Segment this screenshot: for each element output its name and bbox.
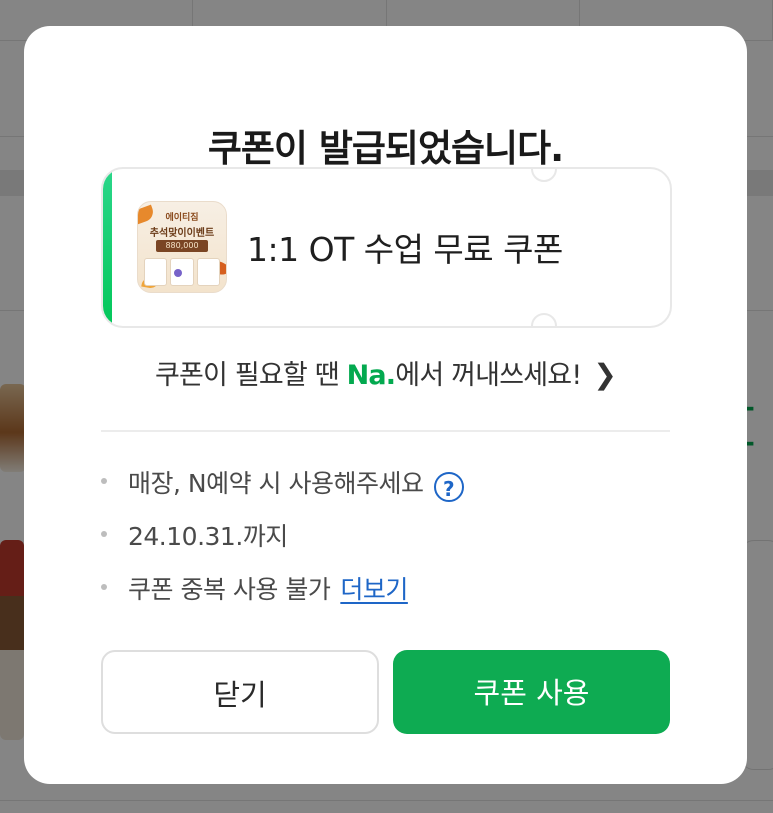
divider <box>101 430 670 432</box>
thumbnail-card <box>144 258 168 286</box>
thumbnail-price: 880,000 <box>156 240 208 252</box>
thumbnail-dot <box>174 269 182 277</box>
expiry-date-text: 24.10.31.까지 <box>128 522 288 551</box>
list-item: 쿠폰 중복 사용 불가 더보기 <box>101 570 670 623</box>
coupon-info-list: 매장, N예약 시 사용해주세요? 24.10.31.까지 쿠폰 중복 사용 불… <box>101 464 670 623</box>
coupon-issued-dialog: 쿠폰이 발급되었습니다. 에이티짐 추석맞이이벤트 880,000 1:1 OT… <box>24 26 747 784</box>
list-item: 매장, N예약 시 사용해주세요? <box>101 464 670 517</box>
coupon-card: 에이티짐 추석맞이이벤트 880,000 1:1 OT 수업 무료 쿠폰 <box>101 167 672 328</box>
coupon-notch-top <box>531 169 557 182</box>
thumbnail-caption-main: 추석맞이이벤트 <box>149 228 215 239</box>
thumbnail-card <box>196 258 220 286</box>
bullet-icon <box>101 584 107 590</box>
more-link[interactable]: 더보기 <box>340 575 408 604</box>
coupon-accent-bar <box>103 169 112 326</box>
coupon-notch-bottom <box>531 313 557 326</box>
helper-prefix: 쿠폰이 필요할 땐 <box>154 360 347 391</box>
coupon-box-link[interactable]: 쿠폰이 필요할 땐 Na.에서 꺼내쓰세요! ❯ <box>24 353 747 392</box>
chevron-right-icon: ❯ <box>593 358 617 391</box>
thumbnail-caption-top: 에이티짐 <box>165 213 199 223</box>
use-coupon-button[interactable]: 쿠폰 사용 <box>393 650 670 734</box>
bullet-icon <box>101 531 107 537</box>
thumbnail-cards <box>144 258 220 286</box>
brand-name: Na. <box>346 360 396 391</box>
help-icon[interactable]: ? <box>433 472 464 502</box>
dialog-title: 쿠폰이 발급되었습니다. <box>207 127 564 170</box>
helper-suffix: 에서 꺼내쓰세요! <box>395 360 582 391</box>
info-text: 매장, N예약 시 사용해주세요? <box>128 464 464 502</box>
close-button[interactable]: 닫기 <box>101 650 379 734</box>
coupon-name: 1:1 OT 수업 무료 쿠폰 <box>247 230 563 269</box>
no-duplicate-text: 쿠폰 중복 사용 불가 <box>128 575 331 604</box>
bullet-icon <box>101 478 107 484</box>
coupon-thumbnail: 에이티짐 추석맞이이벤트 880,000 <box>137 201 227 293</box>
info-text: 쿠폰 중복 사용 불가 더보기 <box>128 570 408 606</box>
usage-place-text: 매장, N예약 시 사용해주세요 <box>128 469 424 498</box>
list-item: 24.10.31.까지 <box>101 517 670 570</box>
